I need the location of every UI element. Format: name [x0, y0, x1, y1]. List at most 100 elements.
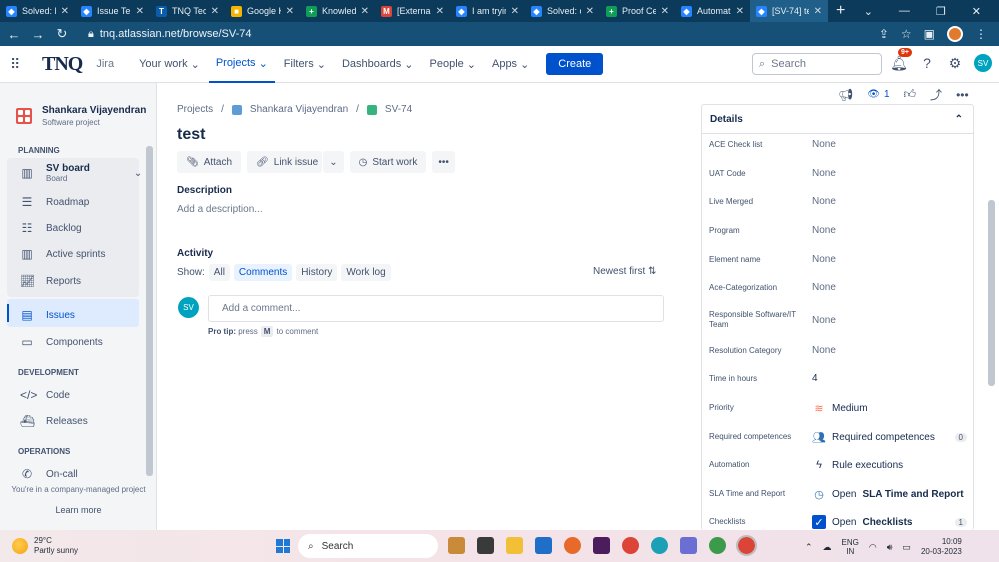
start-work-button[interactable]: ◷ Start work: [349, 151, 427, 173]
learn-more-link[interactable]: Learn more: [0, 505, 157, 515]
share-icon[interactable]: ⤴: [930, 86, 942, 103]
page-scrollbar[interactable]: [988, 200, 995, 386]
mail-app-icon[interactable]: [535, 537, 552, 554]
search-input[interactable]: ⌕ Search: [752, 53, 882, 75]
create-button[interactable]: Create: [546, 53, 604, 75]
chrome-icon[interactable]: [622, 537, 639, 554]
filter-work-log[interactable]: Work log: [341, 264, 391, 281]
sidebar-toggle-icon[interactable]: ▣: [924, 27, 935, 41]
edge-icon[interactable]: [651, 537, 668, 554]
settings-app-icon[interactable]: [680, 537, 697, 554]
sidebar-scrollbar[interactable]: [146, 146, 153, 476]
tab-close-icon[interactable]: ✕: [511, 6, 519, 17]
filter-history[interactable]: History: [296, 264, 338, 281]
tab-search-icon[interactable]: ⌄: [864, 5, 873, 18]
menu-dots-icon[interactable]: ⋮: [975, 27, 987, 41]
browser-tab[interactable]: ◆ Solved: H ✕: [0, 0, 75, 22]
tab-close-icon[interactable]: ✕: [436, 6, 444, 17]
nav-projects[interactable]: Projects ⌄: [208, 46, 275, 83]
issue-title[interactable]: test: [177, 126, 205, 144]
chevron-down-icon[interactable]: ⌄: [134, 168, 142, 179]
firefox-icon[interactable]: [564, 537, 581, 554]
browser-tab[interactable]: ■ Google K ✕: [225, 0, 300, 22]
breadcrumb-issue-key[interactable]: SV-74: [385, 104, 412, 115]
profile-avatar[interactable]: [947, 26, 963, 42]
notifications-icon[interactable]: 🔔︎ 9+: [890, 48, 912, 72]
wifi-icon[interactable]: ◠: [869, 542, 877, 553]
restore-icon[interactable]: ❐: [936, 5, 946, 18]
terminal-app-icon[interactable]: [477, 537, 494, 554]
project-header[interactable]: Shankara Vijayendran Software project: [0, 83, 156, 127]
new-tab-icon[interactable]: +: [836, 2, 845, 20]
details-header[interactable]: Details ⌃: [702, 105, 973, 134]
comment-input[interactable]: Add a comment...: [208, 295, 664, 322]
onedrive-icon[interactable]: ☁: [823, 542, 832, 553]
sidebar-item-releases[interactable]: ⛴︎ Releases: [20, 414, 88, 428]
more-dots-icon[interactable]: •••: [956, 88, 969, 102]
gear-icon[interactable]: ⚙: [946, 54, 964, 72]
tab-close-icon[interactable]: ✕: [586, 6, 594, 17]
filter-comments[interactable]: Comments: [233, 264, 293, 281]
battery-icon[interactable]: ▭: [902, 542, 911, 553]
watch-button[interactable]: 👁︎ 1: [867, 89, 889, 100]
user-avatar[interactable]: SV: [974, 54, 992, 72]
nav-dashboards[interactable]: Dashboards ⌄: [335, 46, 421, 83]
language-indicator[interactable]: ENG IN: [842, 538, 859, 556]
tab-close-icon[interactable]: ✕: [661, 6, 669, 17]
close-window-icon[interactable]: ✕: [972, 5, 981, 18]
nav-filters[interactable]: Filters ⌄: [277, 46, 333, 83]
tab-close-icon[interactable]: ✕: [361, 6, 369, 17]
tab-close-icon[interactable]: ✕: [136, 6, 144, 17]
back-icon[interactable]: ←: [4, 27, 24, 42]
premiere-icon[interactable]: [593, 537, 610, 554]
browser-tab[interactable]: T TNQ Tech ✕: [150, 0, 225, 22]
tray-chevron-icon[interactable]: ⌃: [805, 542, 813, 553]
sidebar-item-components[interactable]: ▭ Components: [20, 335, 102, 349]
share-icon[interactable]: ⇪: [879, 27, 889, 41]
link-issue-dropdown[interactable]: ⌄: [323, 151, 344, 173]
nav-apps[interactable]: Apps ⌄: [485, 46, 536, 83]
sidebar-item-backlog[interactable]: ☷ Backlog: [20, 221, 82, 235]
tab-close-icon[interactable]: ✕: [736, 6, 744, 17]
attach-button[interactable]: 📎︎ Attach: [177, 151, 242, 173]
volume-icon[interactable]: 🔊︎: [887, 542, 893, 553]
more-actions-button[interactable]: •••: [432, 151, 455, 173]
nav-your-work[interactable]: Your work ⌄: [132, 46, 207, 83]
browser-tab[interactable]: + Proof Cer ✕: [600, 0, 675, 22]
tab-close-icon[interactable]: ✕: [211, 6, 219, 17]
taskbar-search[interactable]: ⌕ Search: [298, 534, 438, 558]
sidebar-item-code[interactable]: </> Code: [20, 388, 70, 402]
browser-tab[interactable]: M [External ✕: [375, 0, 450, 22]
link-issue-button[interactable]: 🔗︎ Link issue: [247, 151, 323, 173]
description-field[interactable]: Add a description...: [177, 204, 263, 215]
app-switcher-icon[interactable]: ⠿: [10, 56, 40, 73]
forward-icon[interactable]: →: [28, 27, 48, 42]
breadcrumb-projects[interactable]: Projects: [177, 104, 213, 115]
minimize-icon[interactable]: —: [899, 5, 910, 18]
sidebar-item-board[interactable]: ▥ SV board Board ⌄: [20, 163, 142, 183]
sidebar-item-reports[interactable]: 📈︎ Reports: [20, 274, 81, 288]
help-icon[interactable]: ?: [918, 54, 936, 72]
sort-newest-first[interactable]: Newest first ⇅: [593, 266, 656, 277]
browser-tab[interactable]: ◆ I am tryin ✕: [450, 0, 525, 22]
reload-icon[interactable]: ↻: [52, 26, 72, 42]
filter-all[interactable]: All: [208, 264, 230, 281]
browser-tab[interactable]: ◆ Automat ✕: [675, 0, 750, 22]
sidebar-item-roadmap[interactable]: ☰ Roadmap: [20, 195, 90, 209]
clock[interactable]: 10:09 20-03-2023: [921, 537, 962, 557]
tab-close-icon[interactable]: ✕: [286, 6, 294, 17]
tnq-logo[interactable]: TNQ: [42, 53, 83, 76]
browser-tab[interactable]: ◆ Solved: c ✕: [525, 0, 600, 22]
sidebar-item-on-call[interactable]: ✆ On-call: [20, 467, 78, 481]
like-icon[interactable]: 👍︎: [904, 87, 917, 102]
feedback-megaphone-icon[interactable]: 📢︎: [838, 88, 853, 102]
sidebar-item-active-sprints[interactable]: ▥ Active sprints: [20, 247, 105, 261]
explorer-app-icon[interactable]: [448, 537, 465, 554]
browser-tab[interactable]: + Knowledg ✕: [300, 0, 375, 22]
green-app-icon[interactable]: [709, 537, 726, 554]
sidebar-item-issues[interactable]: ▤ Issues: [20, 308, 75, 322]
windows-start-icon[interactable]: [276, 539, 290, 553]
file-explorer-icon[interactable]: [506, 537, 523, 554]
nav-people[interactable]: People ⌄: [423, 46, 483, 83]
browser-tab-active[interactable]: ◆ [SV-74] te ✕: [750, 0, 828, 22]
